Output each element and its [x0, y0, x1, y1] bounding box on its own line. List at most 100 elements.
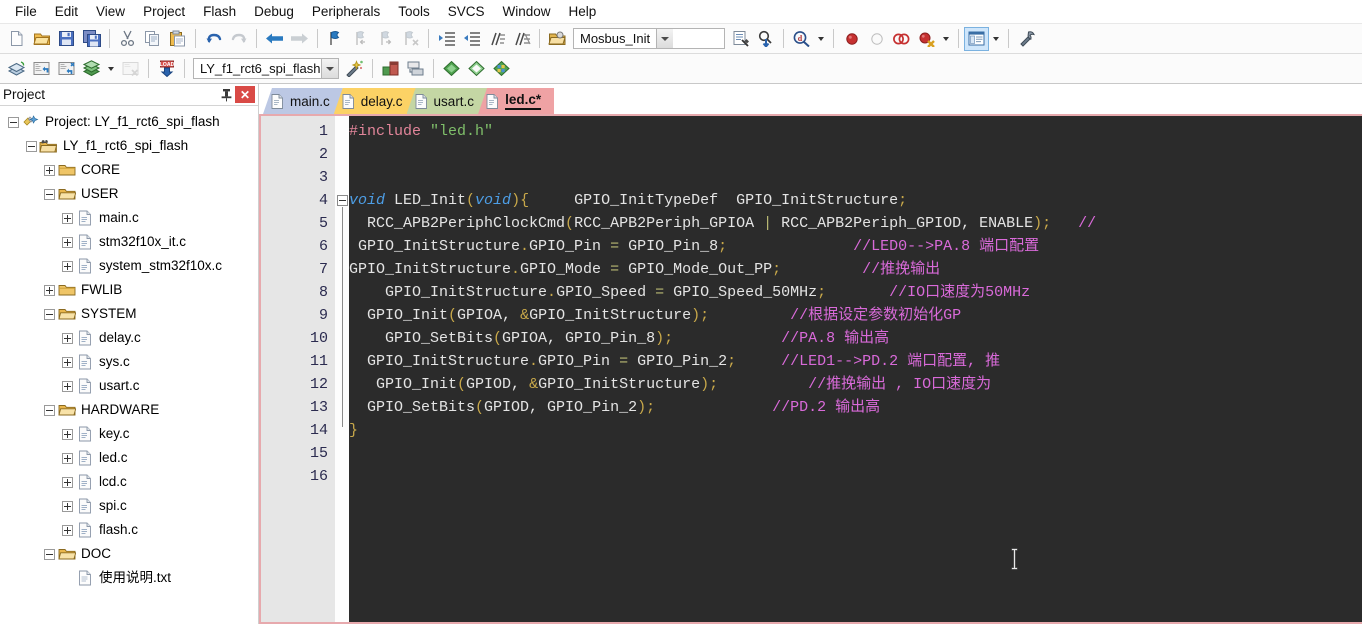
- undo-icon[interactable]: [201, 27, 226, 51]
- expand-icon[interactable]: [62, 476, 73, 488]
- tree-node-key-c[interactable]: key.c: [0, 422, 258, 446]
- paste-icon[interactable]: [165, 27, 190, 51]
- magic-wand-icon[interactable]: [342, 57, 367, 81]
- disable-breakpoint-icon[interactable]: [864, 27, 889, 51]
- open-file-icon[interactable]: [29, 27, 54, 51]
- expand-icon[interactable]: [62, 260, 73, 272]
- code-line[interactable]: GPIO_Init(GPIOA, &GPIO_InitStructure); /…: [349, 304, 1362, 327]
- menu-item-file[interactable]: File: [6, 1, 46, 23]
- expand-icon[interactable]: [62, 500, 73, 512]
- expand-icon[interactable]: [62, 452, 73, 464]
- tree-node-user[interactable]: USER: [0, 182, 258, 206]
- menu-item-svcs[interactable]: SVCS: [439, 1, 494, 23]
- kill-all-breakpoints-icon[interactable]: [889, 27, 914, 51]
- bookmark-prev-icon[interactable]: [348, 27, 373, 51]
- collapse-icon[interactable]: [26, 140, 37, 152]
- code-line[interactable]: [349, 465, 1362, 488]
- batch-build-dropdown[interactable]: [104, 57, 118, 81]
- copy-icon[interactable]: [140, 27, 165, 51]
- browse-symbols-dropdown[interactable]: [814, 27, 828, 51]
- code-line[interactable]: GPIO_Init(GPIOD, &GPIO_InitStructure); /…: [349, 373, 1362, 396]
- browse-symbols-icon[interactable]: d: [789, 27, 814, 51]
- code-line[interactable]: GPIO_SetBits(GPIOD, GPIO_Pin_2); //PD.2 …: [349, 396, 1362, 419]
- code-line[interactable]: RCC_APB2PeriphClockCmd(RCC_APB2Periph_GP…: [349, 212, 1362, 235]
- tree-node-sys-c[interactable]: sys.c: [0, 350, 258, 374]
- tree-node-stm32f10x-it-c[interactable]: stm32f10x_it.c: [0, 230, 258, 254]
- navigate-back-icon[interactable]: [262, 27, 287, 51]
- bookmark-toggle-icon[interactable]: [323, 27, 348, 51]
- tree-node-system-stm32f10x-c[interactable]: system_stm32f10x.c: [0, 254, 258, 278]
- cut-icon[interactable]: [115, 27, 140, 51]
- expand-icon[interactable]: [62, 428, 73, 440]
- menu-item-help[interactable]: Help: [560, 1, 606, 23]
- target-select-arrow[interactable]: [656, 29, 674, 48]
- tree-node-doc[interactable]: DOC: [0, 542, 258, 566]
- pack-installer-icon[interactable]: [439, 57, 464, 81]
- save-all-icon[interactable]: [79, 27, 104, 51]
- code-line[interactable]: GPIO_InitStructure.GPIO_Mode = GPIO_Mode…: [349, 258, 1362, 281]
- project-window-icon[interactable]: [964, 26, 989, 51]
- tree-node-hardware[interactable]: HARDWARE: [0, 398, 258, 422]
- select-software-packs-icon[interactable]: [464, 57, 489, 81]
- configuration-wizard-icon[interactable]: [1014, 27, 1039, 51]
- insert-breakpoint-icon[interactable]: [839, 27, 864, 51]
- manage-run-time-env-icon[interactable]: [489, 57, 514, 81]
- tree-node-project-ly-f1-rct6-spi-flash[interactable]: Project: LY_f1_rct6_spi_flash: [0, 110, 258, 134]
- batch-build-icon[interactable]: [79, 57, 104, 81]
- expand-icon[interactable]: [44, 164, 55, 176]
- code-line[interactable]: GPIO_InitStructure.GPIO_Pin = GPIO_Pin_8…: [349, 235, 1362, 258]
- save-icon[interactable]: [54, 27, 79, 51]
- expand-icon[interactable]: [44, 284, 55, 296]
- rebuild-all-icon[interactable]: [54, 57, 79, 81]
- tree-node-spi-c[interactable]: spi.c: [0, 494, 258, 518]
- editor-tab-led-c[interactable]: led.c*: [478, 88, 555, 114]
- code-line[interactable]: GPIO_InitStructure.GPIO_Pin = GPIO_Pin_2…: [349, 350, 1362, 373]
- tree-node-ly-f1-rct6-spi-flash[interactable]: LY_f1_rct6_spi_flash: [0, 134, 258, 158]
- code-line[interactable]: [349, 166, 1362, 189]
- breakpoints-dropdown[interactable]: [939, 27, 953, 51]
- collapse-icon[interactable]: [44, 404, 55, 416]
- menu-item-window[interactable]: Window: [493, 1, 559, 23]
- menu-item-view[interactable]: View: [87, 1, 134, 23]
- target-select[interactable]: Mosbus_Init: [573, 28, 725, 49]
- tree-node-txt[interactable]: 使用说明.txt: [0, 566, 258, 590]
- code-line[interactable]: void LED_Init(void){ GPIO_InitTypeDef GP…: [349, 189, 1362, 212]
- tree-node-led-c[interactable]: led.c: [0, 446, 258, 470]
- navigate-forward-icon[interactable]: [287, 27, 312, 51]
- target-options-icon[interactable]: [545, 27, 570, 51]
- code-line[interactable]: [349, 143, 1362, 166]
- collapse-icon[interactable]: [44, 308, 55, 320]
- code-view[interactable]: #include "led.h" void LED_Init(void){ GP…: [349, 116, 1362, 622]
- bookmark-clear-icon[interactable]: [398, 27, 423, 51]
- project-tree[interactable]: Project: LY_f1_rct6_spi_flash LY_f1_rct6_…: [0, 106, 258, 624]
- tree-node-core[interactable]: CORE: [0, 158, 258, 182]
- code-line[interactable]: GPIO_SetBits(GPIOA, GPIO_Pin_8); //PA.8 …: [349, 327, 1362, 350]
- uncomment-lines-icon[interactable]: [509, 27, 534, 51]
- menu-item-peripherals[interactable]: Peripherals: [303, 1, 389, 23]
- editor-tab-delay-c[interactable]: delay.c: [333, 88, 416, 114]
- stop-build-icon[interactable]: [118, 57, 143, 81]
- collapse-icon[interactable]: [44, 188, 55, 200]
- menu-item-debug[interactable]: Debug: [245, 1, 303, 23]
- indent-decrease-icon[interactable]: [459, 27, 484, 51]
- expand-icon[interactable]: [62, 236, 73, 248]
- comment-lines-icon[interactable]: [484, 27, 509, 51]
- menu-item-flash[interactable]: Flash: [194, 1, 245, 23]
- project-target-select-arrow[interactable]: [321, 59, 338, 78]
- code-fold-toggle[interactable]: [337, 195, 348, 206]
- tree-node-main-c[interactable]: main.c: [0, 206, 258, 230]
- pin-icon[interactable]: [217, 86, 235, 104]
- editor-tab-main-c[interactable]: main.c: [263, 88, 343, 114]
- new-file-icon[interactable]: [4, 27, 29, 51]
- tree-node-lcd-c[interactable]: lcd.c: [0, 470, 258, 494]
- collapse-icon[interactable]: [8, 116, 19, 128]
- translate-file-icon[interactable]: [4, 57, 29, 81]
- code-line[interactable]: }: [349, 419, 1362, 442]
- expand-icon[interactable]: [62, 356, 73, 368]
- tree-node-fwlib[interactable]: FWLIB: [0, 278, 258, 302]
- build-target-icon[interactable]: [29, 57, 54, 81]
- tree-node-usart-c[interactable]: usart.c: [0, 374, 258, 398]
- project-window-dropdown[interactable]: [989, 27, 1003, 51]
- redo-icon[interactable]: [226, 27, 251, 51]
- project-target-select[interactable]: LY_f1_rct6_spi_flash: [193, 58, 339, 79]
